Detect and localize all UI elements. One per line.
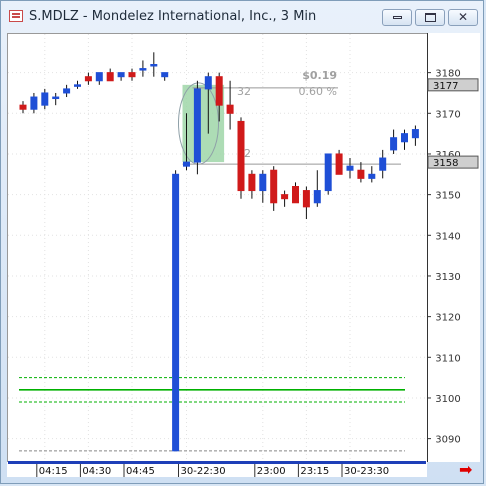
candle-body [357, 169, 365, 179]
candle-body [411, 129, 419, 139]
x-tick-label: 30-22:30 [181, 466, 226, 477]
candle-body [193, 88, 201, 163]
y-tick-label: 3110 [435, 353, 460, 364]
candle-body [226, 104, 234, 114]
candle-body [215, 76, 223, 106]
y-tick-label: 3150 [435, 191, 460, 202]
y-tick-label: 3120 [435, 313, 460, 324]
x-tick-label: 30-23:30 [344, 466, 389, 477]
candle-body [172, 173, 180, 452]
candle-body [281, 194, 289, 200]
candlestick-chart: $0.190.60 %32323090310031103120313031403… [8, 34, 479, 477]
candle-body [292, 186, 299, 204]
candle-body [41, 92, 49, 106]
candle-body [270, 169, 278, 204]
y-tick-label: 3140 [435, 231, 460, 242]
candle-body [335, 153, 343, 175]
candle-body [106, 72, 114, 82]
candle-body [313, 190, 321, 204]
candle-body [346, 165, 354, 171]
candle-body [117, 72, 125, 78]
candle-body [74, 84, 81, 87]
time-scroll-track [8, 461, 426, 464]
y-tick-label: 3170 [435, 109, 460, 120]
measure-price-change: $0.19 [302, 69, 337, 82]
candle-body [161, 72, 169, 78]
candle-body [390, 137, 398, 151]
candle-body [237, 120, 245, 192]
candle-body [248, 173, 256, 192]
chart-window: S.MDLZ - Mondelez International, Inc., 3… [0, 0, 484, 484]
x-tick-label: 04:45 [126, 466, 155, 477]
candle-body [52, 96, 60, 100]
x-tick-label: 23:15 [300, 466, 329, 477]
y-tick-label: 3180 [435, 69, 460, 80]
candle-body [183, 161, 190, 167]
candle-body [204, 76, 212, 90]
candle-body [95, 72, 103, 82]
y-tick-label: 3090 [435, 435, 460, 446]
candle-body [84, 76, 92, 82]
measure-pct-change: 0.60 % [299, 85, 337, 98]
measure-label-a: 32 [237, 85, 251, 98]
candle-body [63, 88, 71, 94]
candle-body [150, 64, 158, 67]
y-tick-label: 3100 [435, 394, 460, 405]
candle-body [128, 72, 136, 78]
candle-body [30, 96, 38, 110]
y-tick-label: 3130 [435, 272, 460, 283]
x-tick-label: 04:30 [82, 466, 111, 477]
price-label: 3158 [433, 158, 458, 169]
candle-body [401, 133, 408, 143]
price-label: 3177 [433, 81, 458, 92]
candle-body [259, 173, 267, 192]
candle-body [379, 157, 387, 171]
candle-body [302, 190, 310, 208]
candle-body [368, 173, 376, 179]
candle-body [19, 104, 27, 110]
candle-body [139, 68, 147, 71]
candle-body [324, 153, 332, 192]
x-tick-label: 04:15 [39, 466, 68, 477]
x-tick-label: 23:00 [257, 466, 286, 477]
